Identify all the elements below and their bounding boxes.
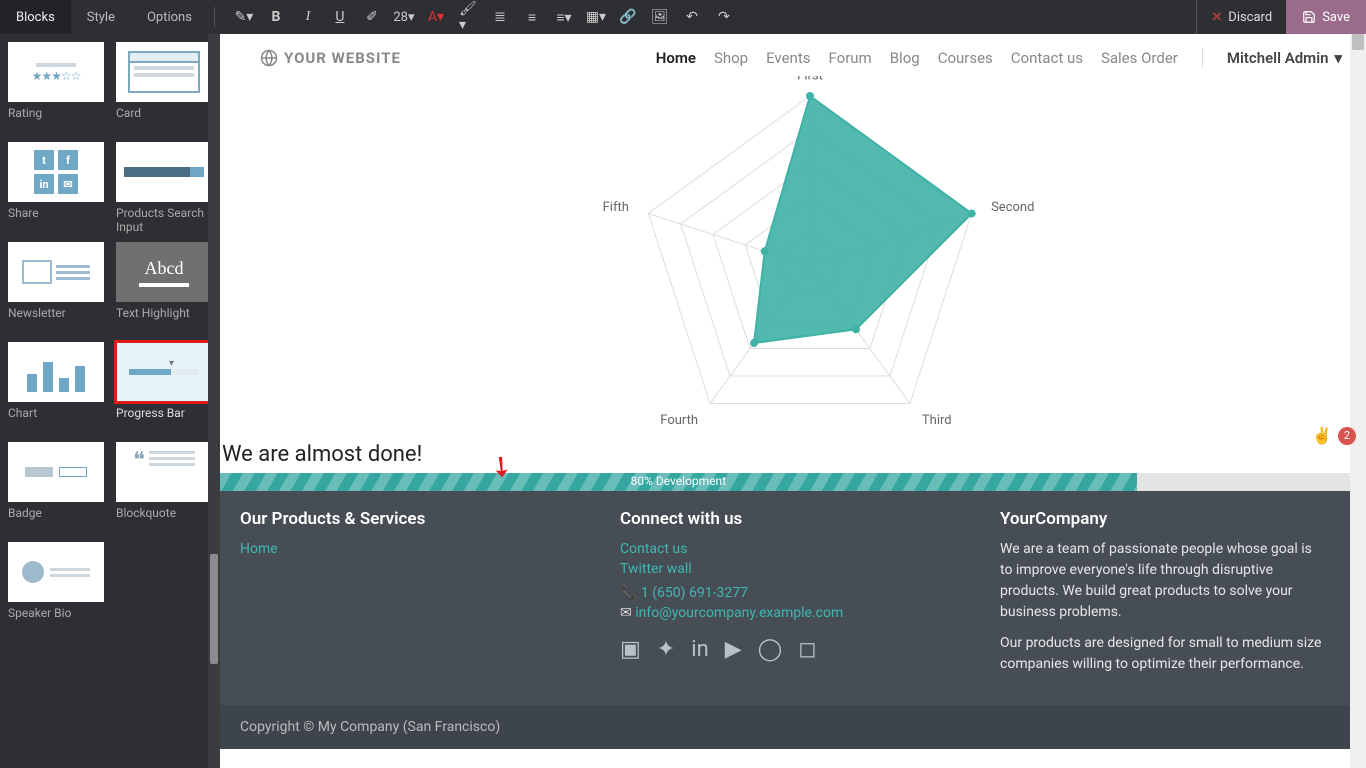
- tab-options[interactable]: Options: [131, 0, 208, 34]
- nav-events[interactable]: Events: [766, 49, 810, 67]
- svg-text:Fourth: Fourth: [660, 413, 698, 428]
- discard-button[interactable]: ✕Discard: [1196, 0, 1286, 34]
- align-icon[interactable]: ≡▾: [555, 8, 573, 26]
- youtube-icon[interactable]: ▶: [725, 637, 742, 662]
- underline-icon[interactable]: U: [331, 8, 349, 26]
- italic-icon[interactable]: I: [299, 8, 317, 26]
- image-icon[interactable]: 🖼: [651, 8, 669, 26]
- svg-text:First: First: [797, 76, 823, 84]
- link-icon[interactable]: 🔗: [619, 8, 637, 26]
- block-blockquote[interactable]: ❝ Blockquote: [116, 442, 216, 534]
- block-share[interactable]: tfin✉ Share: [8, 142, 108, 234]
- nav-blog[interactable]: Blog: [890, 49, 920, 67]
- block-rating[interactable]: ★★★☆☆ Rating: [8, 42, 108, 134]
- bold-icon[interactable]: B: [267, 8, 285, 26]
- instagram-icon[interactable]: ◻: [798, 637, 816, 662]
- list-ol-icon[interactable]: ≡: [523, 8, 541, 26]
- radar-chart: First Second Third Fourth Fifth: [220, 76, 1366, 436]
- sidebar-scrollbar[interactable]: [208, 34, 220, 768]
- tab-style[interactable]: Style: [71, 0, 131, 34]
- save-icon: [1302, 10, 1316, 24]
- brand-logo[interactable]: YOUR WEBSITE: [260, 49, 401, 67]
- footer-para-2: Our products are designed for small to m…: [1000, 633, 1326, 675]
- page-scrollbar[interactable]: [1350, 34, 1366, 768]
- overlay-emoji-icon[interactable]: ✌️: [1312, 426, 1332, 445]
- footer-col2-title: Connect with us: [620, 509, 960, 529]
- footer-link-home[interactable]: Home: [240, 541, 278, 557]
- block-progress-bar[interactable]: Progress Bar: [116, 342, 216, 434]
- nav-home[interactable]: Home: [656, 49, 696, 67]
- footer-link-twitterwall[interactable]: Twitter wall: [620, 561, 692, 577]
- block-speaker-bio[interactable]: Speaker Bio: [8, 542, 108, 634]
- svg-text:Second: Second: [991, 200, 1034, 215]
- undo-icon[interactable]: ↶: [683, 8, 701, 26]
- progress-bar[interactable]: 80% Development: [220, 473, 1366, 491]
- nav-shop[interactable]: Shop: [714, 49, 748, 67]
- clear-format-icon[interactable]: ✐: [363, 8, 381, 26]
- footer-email[interactable]: info@yourcompany.example.com: [635, 605, 843, 621]
- svg-text:Third: Third: [922, 413, 952, 428]
- nav-courses[interactable]: Courses: [938, 49, 993, 67]
- facebook-icon[interactable]: ▣: [620, 637, 641, 662]
- block-card[interactable]: Card: [116, 42, 216, 134]
- footer-copyright: Copyright © My Company (San Francisco): [220, 705, 1366, 749]
- wand-icon[interactable]: ✎▾: [235, 8, 253, 26]
- linkedin-icon[interactable]: in: [691, 637, 709, 662]
- nav-salesorder[interactable]: Sales Order: [1101, 49, 1178, 67]
- list-ul-icon[interactable]: ≣: [491, 8, 509, 26]
- progress-text: 80% Development: [220, 474, 1137, 488]
- github-icon[interactable]: ◯: [758, 637, 783, 662]
- nav-forum[interactable]: Forum: [829, 49, 872, 67]
- svg-text:Fifth: Fifth: [603, 200, 629, 215]
- block-badge[interactable]: Badge: [8, 442, 108, 534]
- redo-icon[interactable]: ↷: [715, 8, 733, 26]
- progress-title[interactable]: We are almost done!: [222, 436, 1366, 473]
- tab-blocks[interactable]: Blocks: [0, 0, 71, 34]
- block-text-highlight[interactable]: Abcd Text Highlight: [116, 242, 216, 334]
- chevron-down-icon: ▾: [1334, 49, 1342, 67]
- user-menu[interactable]: Mitchell Admin ▾: [1227, 49, 1342, 67]
- twitter-icon[interactable]: ✦: [657, 637, 675, 662]
- footer-col1-title: Our Products & Services: [240, 509, 580, 529]
- website-preview: YOUR WEBSITE Home Shop Events Forum Blog…: [220, 34, 1366, 768]
- site-nav: Home Shop Events Forum Blog Courses Cont…: [656, 48, 1342, 68]
- overlay-count-badge[interactable]: 2: [1338, 427, 1356, 445]
- blocks-sidebar: ★★★☆☆ Rating Card tfin✉ Share Products S…: [0, 34, 220, 768]
- highlight-icon[interactable]: 🖌▾: [459, 8, 477, 26]
- globe-icon: [260, 49, 278, 67]
- font-size-select[interactable]: 28 ▾: [395, 8, 413, 26]
- table-icon[interactable]: ▦▾: [587, 8, 605, 26]
- footer-para-1: We are a team of passionate people whose…: [1000, 539, 1326, 623]
- phone-icon: 📞: [620, 585, 637, 601]
- block-products-search[interactable]: Products Search Input: [116, 142, 216, 234]
- font-color-icon[interactable]: A▾: [427, 8, 445, 26]
- footer-col3-title: YourCompany: [1000, 509, 1326, 529]
- nav-contact[interactable]: Contact us: [1011, 49, 1083, 67]
- mail-icon: ✉: [620, 605, 632, 621]
- editor-toolbar: Blocks Style Options ✎▾ B I U ✐ 28 ▾ A▾ …: [0, 0, 1366, 34]
- block-chart[interactable]: Chart: [8, 342, 108, 434]
- footer-link-contact[interactable]: Contact us: [620, 541, 687, 557]
- save-button[interactable]: Save: [1286, 0, 1366, 34]
- footer-phone[interactable]: 1 (650) 691-3277: [641, 585, 748, 601]
- site-footer: Our Products & Services Home Connect wit…: [220, 491, 1366, 705]
- block-newsletter[interactable]: Newsletter: [8, 242, 108, 334]
